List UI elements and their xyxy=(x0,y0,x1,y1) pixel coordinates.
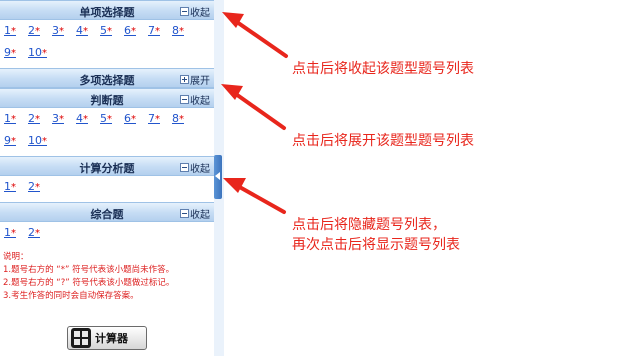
arrow-to-collapse xyxy=(232,18,288,58)
annotation-hide-line2: 再次点击后将显示题号列表 xyxy=(292,237,460,253)
annotation-hide-line1: 点击后将隐藏题号列表， xyxy=(292,217,446,233)
arrow-to-splitter xyxy=(234,183,286,214)
annotation-expand: 点击后将展开该题型题号列表 xyxy=(292,133,474,149)
annotation-arrows xyxy=(221,12,288,214)
annotation-collapse: 点击后将收起该题型题号列表 xyxy=(292,61,474,77)
arrow-to-expand xyxy=(231,90,286,130)
